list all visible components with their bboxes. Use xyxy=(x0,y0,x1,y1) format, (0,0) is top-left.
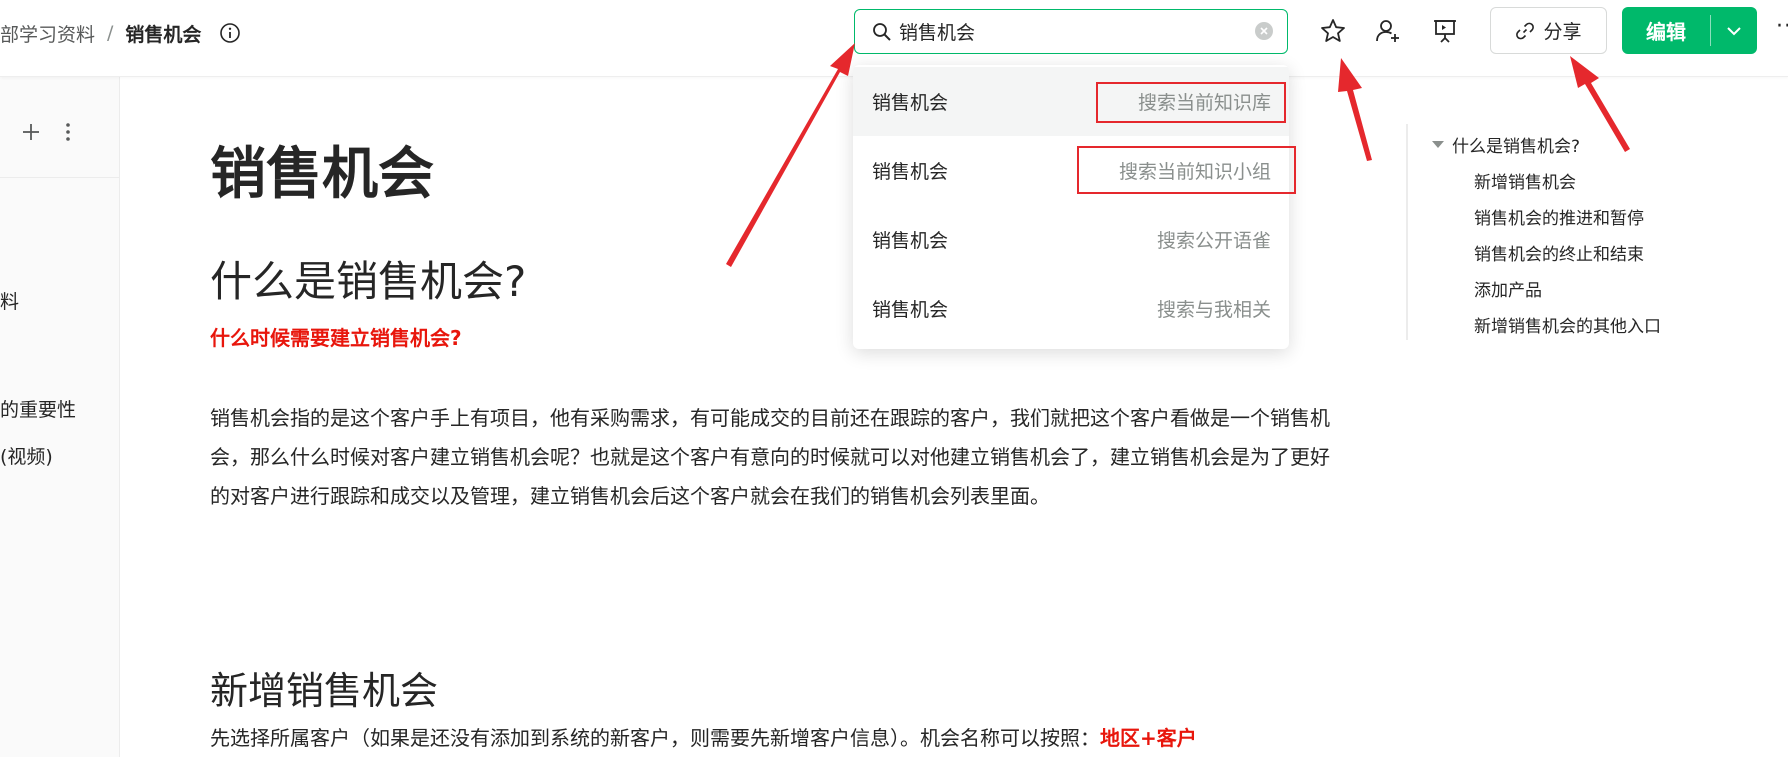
toc-item[interactable]: 添加产品 xyxy=(1474,276,1542,301)
sidebar-tools xyxy=(20,121,72,147)
search-input[interactable] xyxy=(899,20,1239,43)
breadcrumb-separator: / xyxy=(107,22,114,44)
annotation-box xyxy=(1077,146,1296,194)
heading-add: 新增销售机会 xyxy=(210,669,439,713)
add-member-icon[interactable] xyxy=(1373,16,1403,46)
more-menu-icon[interactable]: ··· xyxy=(1776,14,1788,39)
edit-button[interactable]: 编辑 xyxy=(1622,7,1710,54)
body-paragraph: 销售机会指的是这个客户手上有项目，他有采购需求，有可能成交的目前还在跟踪的客户，… xyxy=(210,406,1330,508)
add-icon[interactable] xyxy=(20,121,42,147)
document-title: 销售机会 xyxy=(210,142,434,207)
info-icon[interactable] xyxy=(219,22,241,44)
link-icon xyxy=(1515,21,1535,41)
vertical-more-icon[interactable] xyxy=(64,121,72,147)
suggestion-term: 销售机会 xyxy=(872,92,949,114)
body-paragraph-2: 先选择所属客户（如果是还没有添加到系统的新客户，则需要先新增客户信息）。机会名称… xyxy=(210,719,1340,757)
toc-item[interactable]: 什么是销售机会? xyxy=(1452,132,1580,157)
toc-item[interactable]: 销售机会的推进和暂停 xyxy=(1474,204,1644,229)
paragraph-text: 先选择所属客户（如果是还没有添加到系统的新客户，则需要先新增客户信息）。机会名称… xyxy=(210,726,1100,750)
table-of-contents: 什么是销售机会? 新增销售机会 销售机会的推进和暂停 销售机会的终止和结束 添加… xyxy=(1406,124,1736,340)
sidebar-divider xyxy=(0,177,120,178)
chevron-down-icon[interactable] xyxy=(1711,7,1757,54)
toc-item[interactable]: 新增销售机会 xyxy=(1474,168,1576,193)
breadcrumb-current: 销售机会 xyxy=(125,23,202,46)
share-button[interactable]: 分享 xyxy=(1490,7,1607,54)
presentation-icon[interactable] xyxy=(1430,16,1460,46)
suggestion-public[interactable]: 销售机会 搜索公开语雀 xyxy=(853,205,1289,274)
breadcrumb: 部学习资料 / 销售机会 xyxy=(0,18,241,48)
search-icon xyxy=(871,21,893,43)
clear-search-icon[interactable] xyxy=(1255,22,1273,40)
sidebar-item[interactable]: 的重要性 xyxy=(0,395,76,422)
sidebar-item[interactable]: (视频) xyxy=(0,442,53,469)
toc-item[interactable]: 销售机会的终止和结束 xyxy=(1474,240,1644,265)
left-sidebar: 料 的重要性 (视频) xyxy=(0,77,120,757)
caret-down-icon[interactable] xyxy=(1432,141,1444,148)
suggestion-term: 销售机会 xyxy=(872,161,949,183)
annotation-box xyxy=(1096,82,1286,123)
suggestion-scope: 搜索公开语雀 xyxy=(1156,230,1271,252)
sidebar-item[interactable]: 料 xyxy=(0,287,19,314)
share-button-label: 分享 xyxy=(1543,21,1582,43)
suggestion-related-to-me[interactable]: 销售机会 搜索与我相关 xyxy=(853,274,1289,343)
suggestion-term: 销售机会 xyxy=(872,230,949,252)
search-box[interactable] xyxy=(854,9,1288,54)
red-highlight-text: 什么时候需要建立销售机会? xyxy=(210,326,462,350)
breadcrumb-parent-link[interactable]: 部学习资料 xyxy=(0,20,95,47)
suggestion-term: 销售机会 xyxy=(872,299,949,321)
toc-item[interactable]: 新增销售机会的其他入口 xyxy=(1474,312,1661,337)
heading-what-is: 什么是销售机会? xyxy=(210,257,527,306)
edit-button-group: 编辑 xyxy=(1622,7,1757,54)
suggestion-scope: 搜索与我相关 xyxy=(1156,299,1271,321)
paragraph-highlight: 地区+客户 xyxy=(1100,726,1197,750)
star-icon[interactable] xyxy=(1318,16,1348,46)
